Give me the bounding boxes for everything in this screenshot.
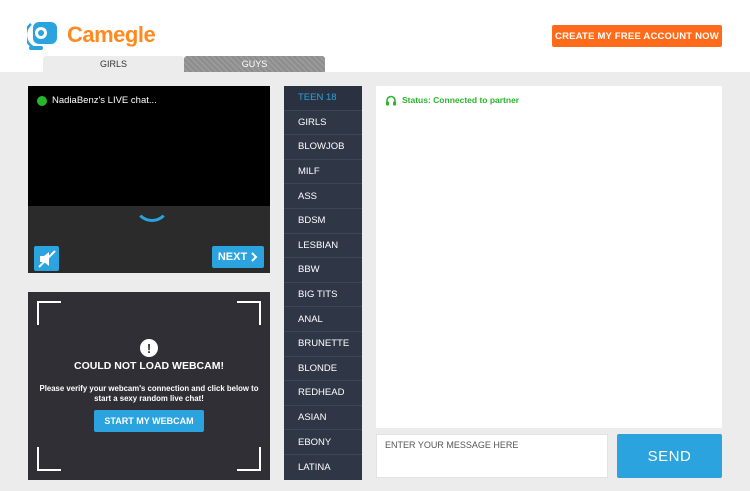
tab-girls[interactable]: GIRLS bbox=[43, 56, 184, 72]
start-webcam-button[interactable]: START MY WEBCAM bbox=[94, 410, 204, 432]
next-button[interactable]: NEXT bbox=[212, 246, 264, 268]
chevron-right-icon bbox=[251, 252, 258, 262]
logo-icon bbox=[27, 22, 57, 50]
category-item-milf[interactable]: MILF bbox=[284, 160, 362, 185]
frame-corner bbox=[37, 447, 61, 471]
webcam-error-title: COULD NOT LOAD WEBCAM! bbox=[74, 360, 224, 372]
frame-corner bbox=[237, 447, 261, 471]
category-item-blowjob[interactable]: BLOWJOB bbox=[284, 135, 362, 160]
frame-corner bbox=[237, 301, 261, 325]
loading-spinner-icon bbox=[134, 186, 170, 222]
tab-guys[interactable]: GUYS bbox=[184, 56, 325, 72]
category-item-brunette[interactable]: BRUNETTE bbox=[284, 332, 362, 357]
category-sidebar: TEEN 18 GIRLS BLOWJOB MILF ASS BDSM LESBIAN BBW… bbox=[284, 86, 362, 480]
category-item-redhead[interactable]: REDHEAD bbox=[284, 381, 362, 406]
logo[interactable]: Camegle bbox=[27, 16, 156, 54]
send-button[interactable]: SEND bbox=[617, 434, 722, 478]
category-item-bdsm[interactable]: BDSM bbox=[284, 209, 362, 234]
connection-status: Status: Connected to partner bbox=[402, 95, 520, 105]
frame-corner bbox=[37, 301, 61, 325]
category-item-bbw[interactable]: BBW bbox=[284, 258, 362, 283]
category-item-girls[interactable]: GIRLS bbox=[284, 111, 362, 136]
category-item-anal[interactable]: ANAL bbox=[284, 307, 362, 332]
mute-button[interactable] bbox=[34, 246, 59, 271]
category-item-lesbian[interactable]: LESBIAN bbox=[284, 234, 362, 259]
chat-log: Status: Connected to partner bbox=[376, 86, 722, 428]
category-item-latina[interactable]: LATINA bbox=[284, 455, 362, 480]
message-input[interactable] bbox=[376, 434, 608, 478]
category-item-ebony[interactable]: EBONY bbox=[284, 430, 362, 455]
speaker-muted-icon bbox=[37, 249, 56, 268]
category-item-asian[interactable]: ASIAN bbox=[284, 406, 362, 431]
create-account-button[interactable]: CREATE MY FREE ACCOUNT NOW bbox=[552, 25, 722, 47]
next-button-label: NEXT bbox=[217, 251, 248, 263]
exclamation-icon: ! bbox=[140, 339, 158, 357]
category-item-big-tits[interactable]: BIG TITS bbox=[284, 283, 362, 308]
live-chat-label: NadiaBenz's LIVE chat... bbox=[52, 95, 157, 106]
live-status-dot bbox=[37, 96, 47, 106]
category-item-teen-18[interactable]: TEEN 18 bbox=[284, 86, 362, 111]
logo-text: Camegle bbox=[67, 22, 156, 47]
category-item-ass[interactable]: ASS bbox=[284, 184, 362, 209]
headset-icon bbox=[386, 95, 396, 106]
webcam-error-message: Please verify your webcam's connection a… bbox=[39, 384, 259, 403]
partner-video: NadiaBenz's LIVE chat... NEXT bbox=[28, 86, 270, 273]
category-item-blonde[interactable]: BLONDE bbox=[284, 357, 362, 382]
webcam-panel: ! COULD NOT LOAD WEBCAM! Please verify y… bbox=[28, 292, 270, 480]
